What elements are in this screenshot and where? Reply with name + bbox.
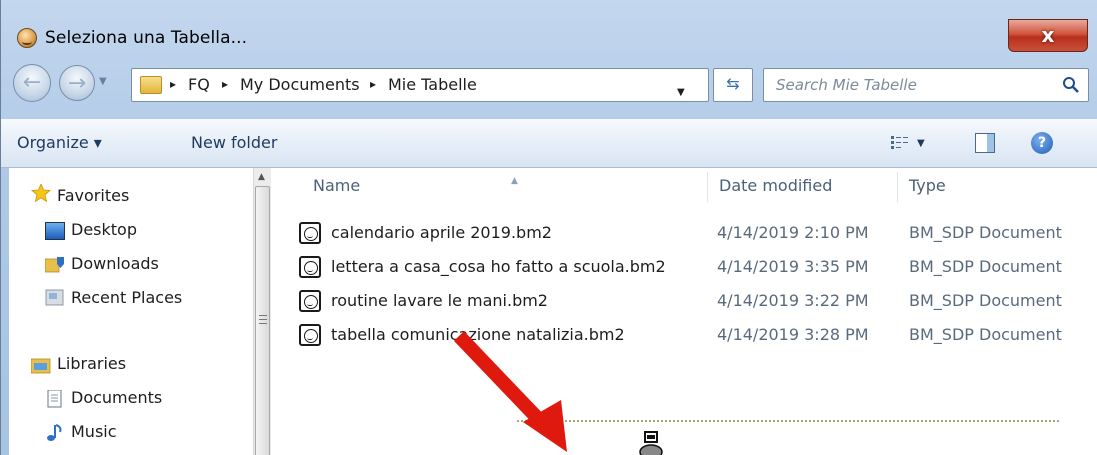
downloads-icon [45,257,64,273]
file-name: calendario aprile 2019.bm2 [331,223,552,242]
breadcrumb-separator-icon[interactable]: ▸ [370,77,376,91]
back-button[interactable]: ← [13,64,51,102]
window-title: Seleziona una Tabella... [45,28,248,48]
libraries-icon [31,358,51,374]
nav-pane-scrollbar[interactable]: ▲ [253,168,271,455]
scrollbar-thumb[interactable] [255,186,270,455]
nav-item-desktop[interactable]: Desktop [71,220,137,239]
breadcrumb-my-documents[interactable]: My Documents [240,75,360,94]
file-name: routine lavare le mani.bm2 [331,291,548,310]
overlay-image-fragment [517,420,1059,455]
file-name: lettera a casa_cosa ho fatto a scuola.bm… [331,257,666,276]
refresh-button[interactable]: ⇆ [713,68,753,102]
preview-pane-icon[interactable] [975,133,995,153]
nav-item-recent-places[interactable]: Recent Places [71,288,182,307]
view-dropdown-icon[interactable]: ▼ [917,138,925,149]
navigation-pane: Favorites Desktop Downloads Recent Place… [9,168,271,455]
nav-item-documents[interactable]: Documents [71,388,162,407]
file-type: BM_SDP Document [909,325,1062,344]
column-header-date-modified[interactable]: Date modified [719,176,832,195]
new-folder-button[interactable]: New folder [191,133,277,152]
search-input[interactable]: Search Mie Tabelle [763,68,1089,102]
close-button[interactable]: x [1008,19,1088,52]
nav-item-music[interactable]: Music [71,422,117,441]
file-row[interactable]: lettera a casa_cosa ho fatto a scuola.bm… [271,252,1097,284]
address-bar[interactable]: ▸ FQ ▸ My Documents ▸ Mie Tabelle ▼ [131,68,709,102]
file-open-dialog: Seleziona una Tabella... x ← → ▼ ▸ FQ ▸ … [0,0,1097,455]
scroll-up-arrow-icon[interactable]: ▲ [258,172,265,182]
title-bar: Seleziona una Tabella... x [1,8,1097,52]
recent-places-icon [45,289,64,306]
music-icon [47,424,62,441]
file-date-modified: 4/14/2019 3:28 PM [717,325,869,344]
recent-pages-dropdown-icon[interactable]: ▼ [99,76,107,87]
file-date-modified: 4/14/2019 3:22 PM [717,291,869,310]
search-icon[interactable] [1062,76,1080,94]
nav-libraries-header[interactable]: Libraries [57,354,126,373]
back-arrow-icon: ← [22,70,42,95]
view-options-icon[interactable] [891,135,909,151]
breadcrumb-fq[interactable]: FQ [188,75,210,94]
address-history-dropdown-icon[interactable]: ▼ [677,87,685,98]
folder-icon [140,76,162,94]
command-toolbar: Organize ▾ New folder ▼ ? [1,118,1097,168]
search-placeholder: Search Mie Tabelle [776,76,917,94]
favorites-star-icon [31,184,51,202]
forward-button[interactable]: → [59,65,95,101]
breadcrumb-mie-tabelle[interactable]: Mie Tabelle [388,75,477,94]
column-header-type[interactable]: Type [909,176,946,195]
forward-arrow-icon: → [67,71,87,96]
organize-button[interactable]: Organize ▾ [17,133,102,152]
file-date-modified: 4/14/2019 3:35 PM [717,257,869,276]
bm2-file-icon [299,290,321,312]
file-row[interactable]: tabella comunicazione natalizia.bm2 4/14… [271,320,1097,352]
red-annotation-arrow-icon [453,331,567,452]
column-divider[interactable] [897,172,898,202]
breadcrumb-separator-icon[interactable]: ▸ [222,77,228,91]
column-header-name[interactable]: Name ▲ [313,176,518,195]
scrollbar-grip-icon [259,315,267,324]
bm2-file-icon [299,324,321,346]
file-type: BM_SDP Document [909,223,1062,242]
nav-item-downloads[interactable]: Downloads [71,254,159,273]
file-list: Name ▲ Date modified Type calendario apr… [271,168,1097,455]
file-row[interactable]: calendario aprile 2019.bm2 4/14/2019 2:1… [271,218,1097,250]
documents-icon [47,390,62,408]
file-type: BM_SDP Document [909,257,1062,276]
file-row[interactable]: routine lavare le mani.bm2 4/14/2019 3:2… [271,286,1097,318]
nav-favorites-header[interactable]: Favorites [57,186,129,205]
refresh-icon: ⇆ [726,74,740,93]
file-type: BM_SDP Document [909,291,1062,310]
bm2-file-icon [299,222,321,244]
desktop-icon [45,222,65,240]
bm2-file-icon [299,256,321,278]
column-divider[interactable] [707,172,708,202]
help-icon[interactable]: ? [1031,132,1053,154]
navigation-bar: ← → ▼ ▸ FQ ▸ My Documents ▸ Mie Tabelle … [1,58,1097,110]
file-date-modified: 4/14/2019 2:10 PM [717,223,869,242]
figure-illustration-icon [639,431,663,455]
breadcrumb-separator-icon[interactable]: ▸ [170,77,176,91]
app-face-icon [17,28,37,48]
sort-ascending-icon: ▲ [511,176,518,186]
